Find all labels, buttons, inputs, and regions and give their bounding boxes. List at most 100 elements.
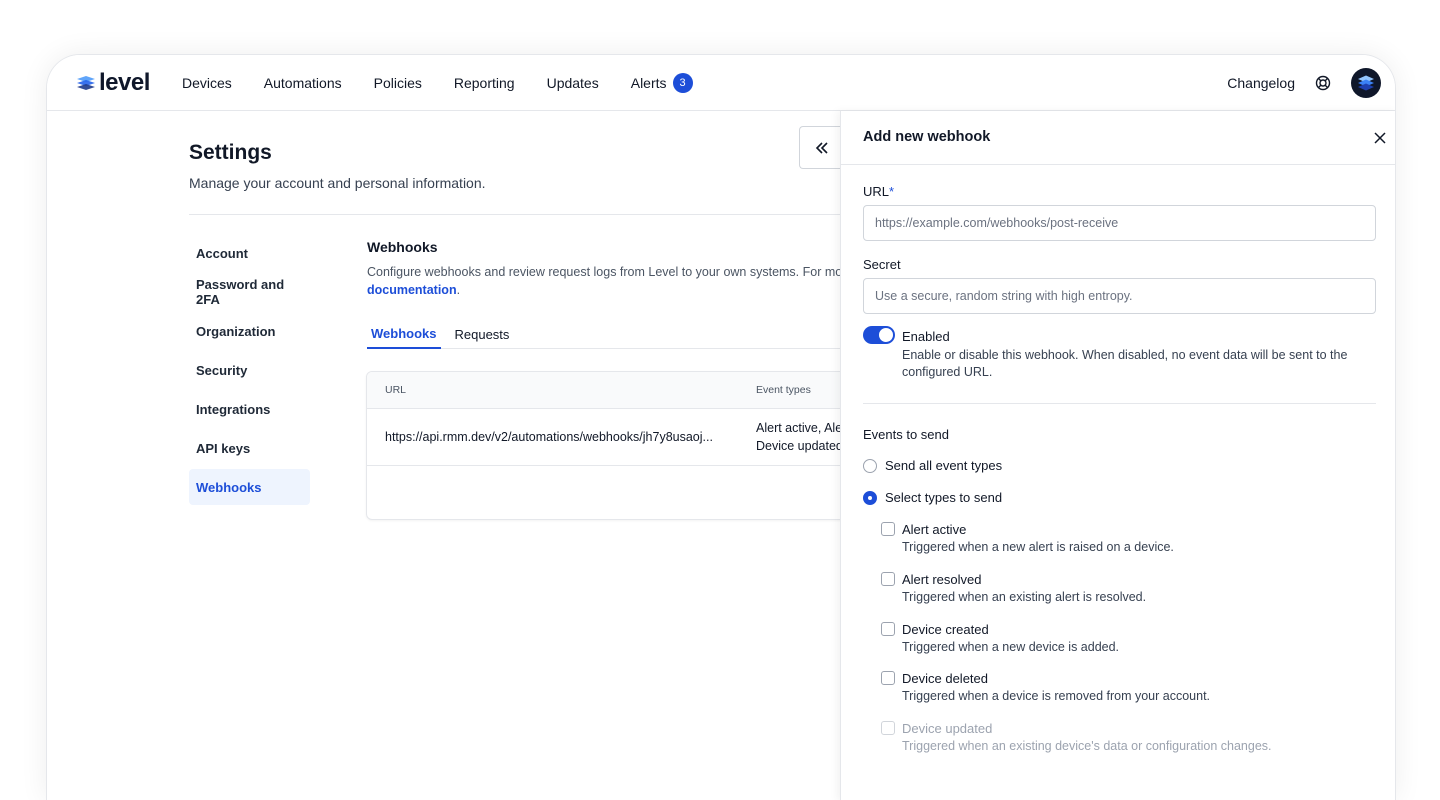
side-item-organization[interactable]: Organization bbox=[189, 313, 310, 349]
webhooks-tabs: Webhooks Requests bbox=[367, 319, 847, 349]
side-item-password-2fa-label: Password and 2FA bbox=[196, 277, 285, 307]
event-description: Triggered when a new device is added. bbox=[902, 640, 1120, 654]
side-item-organization-label: Organization bbox=[196, 323, 276, 339]
side-item-webhooks[interactable]: Webhooks bbox=[189, 469, 310, 505]
nav-policies-label: Policies bbox=[373, 75, 422, 91]
url-label: URL* bbox=[863, 184, 894, 199]
table-row[interactable]: https://api.rmm.dev/v2/automations/webho… bbox=[367, 409, 865, 466]
close-icon bbox=[1374, 132, 1386, 144]
radio-select-types-label: Select types to send bbox=[885, 490, 1003, 505]
main-nav: Devices Automations Policies Reporting U… bbox=[182, 55, 725, 111]
app-window: level Devices Automations Policies Repor… bbox=[46, 54, 1396, 800]
top-right-actions: Changelog bbox=[1227, 55, 1381, 111]
nav-policies[interactable]: Policies bbox=[374, 75, 422, 91]
events-section-title: Events to send bbox=[863, 427, 949, 442]
close-panel-button[interactable] bbox=[1371, 129, 1389, 147]
logo[interactable]: level bbox=[75, 71, 150, 95]
side-item-security[interactable]: Security bbox=[189, 352, 310, 388]
webhooks-description: Configure webhooks and review request lo… bbox=[367, 263, 853, 299]
event-title: Device updated bbox=[902, 721, 993, 736]
alerts-count-badge: 3 bbox=[672, 73, 693, 93]
radio-select-types[interactable]: Select types to send bbox=[863, 490, 1002, 505]
required-marker: * bbox=[889, 184, 895, 199]
side-item-integrations[interactable]: Integrations bbox=[189, 391, 310, 427]
page-title: Settings bbox=[189, 141, 272, 164]
tab-webhooks[interactable]: Webhooks bbox=[367, 319, 441, 349]
side-item-account[interactable]: Account bbox=[189, 235, 310, 271]
table-header: URL Event types bbox=[367, 372, 865, 409]
side-item-password-2fa[interactable]: Password and 2FA bbox=[189, 274, 310, 310]
url-input[interactable] bbox=[863, 205, 1376, 241]
column-header-url: URL bbox=[385, 384, 407, 396]
side-item-api-keys-label: API keys bbox=[196, 440, 251, 456]
tab-requests[interactable]: Requests bbox=[451, 319, 514, 349]
event-title: Alert active bbox=[902, 522, 967, 537]
level-logo-icon bbox=[77, 76, 95, 90]
collapse-panel-button[interactable] bbox=[799, 126, 843, 169]
nav-reporting-label: Reporting bbox=[453, 75, 515, 91]
webhooks-section-title: Webhooks bbox=[367, 239, 438, 255]
doc-period: . bbox=[456, 283, 461, 297]
side-item-security-label: Security bbox=[196, 362, 248, 378]
event-description: Triggered when a new alert is raised on … bbox=[902, 540, 1174, 554]
help-lifebuoy-icon[interactable] bbox=[1313, 73, 1333, 93]
event-title: Device created bbox=[902, 622, 989, 637]
event-title: Alert resolved bbox=[902, 572, 982, 587]
webhooks-table: URL Event types https://api.rmm.dev/v2/a… bbox=[366, 371, 866, 520]
row-event-types-line2: Device updated bbox=[756, 439, 843, 453]
webhooks-description-text: Configure webhooks and review request lo… bbox=[367, 265, 854, 279]
url-label-text: URL bbox=[863, 184, 890, 199]
event-description: Triggered when a device is removed from … bbox=[902, 689, 1211, 703]
row-event-types-line1: Alert active, Ale bbox=[756, 421, 843, 435]
row-url: https://api.rmm.dev/v2/automations/webho… bbox=[385, 430, 713, 444]
nav-automations-label: Automations bbox=[263, 75, 342, 91]
side-item-account-label: Account bbox=[196, 245, 248, 261]
radio-select-types-control[interactable] bbox=[863, 490, 877, 505]
logo-text: level bbox=[99, 69, 150, 96]
checkbox-device-created[interactable] bbox=[881, 622, 895, 636]
secret-label: Secret bbox=[863, 257, 901, 272]
checkbox-alert-resolved[interactable] bbox=[881, 572, 895, 586]
event-description: Triggered when an existing alert is reso… bbox=[902, 590, 1147, 604]
top-navbar: level Devices Automations Policies Repor… bbox=[47, 55, 1395, 111]
header-divider bbox=[189, 214, 849, 215]
column-header-event-types: Event types bbox=[756, 384, 811, 396]
event-title: Device deleted bbox=[902, 671, 988, 686]
checkbox-device-deleted[interactable] bbox=[881, 671, 895, 685]
page-subtitle: Manage your account and personal informa… bbox=[189, 175, 486, 191]
settings-side-nav: Account Password and 2FA Organization Se… bbox=[189, 235, 310, 508]
side-item-webhooks-label: Webhooks bbox=[196, 479, 262, 495]
event-description: Triggered when an existing device's data… bbox=[902, 739, 1272, 753]
checkbox-alert-active[interactable] bbox=[881, 522, 895, 536]
radio-send-all-control[interactable] bbox=[863, 458, 877, 473]
nav-updates[interactable]: Updates bbox=[547, 75, 599, 91]
nav-reporting[interactable]: Reporting bbox=[454, 75, 515, 91]
nav-devices[interactable]: Devices bbox=[182, 75, 232, 91]
toggle-knob bbox=[879, 328, 893, 342]
panel-divider bbox=[863, 403, 1376, 404]
avatar-layers-icon bbox=[1358, 75, 1374, 91]
radio-send-all-label: Send all event types bbox=[885, 458, 1003, 473]
tab-requests-label: Requests bbox=[454, 326, 510, 342]
checkbox-device-updated[interactable] bbox=[881, 721, 895, 735]
tab-webhooks-label: Webhooks bbox=[371, 325, 437, 341]
enabled-label: Enabled bbox=[902, 329, 950, 344]
chevrons-left-icon bbox=[815, 141, 828, 154]
nav-updates-label: Updates bbox=[546, 75, 599, 91]
enabled-description: Enable or disable this webhook. When dis… bbox=[902, 348, 1348, 379]
radio-send-all[interactable]: Send all event types bbox=[863, 458, 1002, 473]
side-item-integrations-label: Integrations bbox=[196, 401, 271, 417]
nav-devices-label: Devices bbox=[182, 75, 232, 91]
nav-automations[interactable]: Automations bbox=[264, 75, 342, 91]
documentation-link[interactable]: documentation bbox=[367, 283, 457, 297]
nav-alerts[interactable]: Alerts 3 bbox=[631, 73, 693, 93]
side-item-api-keys[interactable]: API keys bbox=[189, 430, 310, 466]
user-avatar[interactable] bbox=[1351, 68, 1381, 98]
changelog-link[interactable]: Changelog bbox=[1227, 75, 1295, 91]
secret-input[interactable] bbox=[863, 278, 1376, 314]
panel-header: Add new webhook bbox=[841, 111, 1395, 165]
panel-title: Add new webhook bbox=[863, 129, 991, 145]
nav-alerts-label: Alerts bbox=[630, 75, 667, 91]
add-webhook-panel: Add new webhook URL* Secret Enabled Enab… bbox=[840, 111, 1395, 800]
enabled-toggle[interactable] bbox=[863, 326, 895, 344]
